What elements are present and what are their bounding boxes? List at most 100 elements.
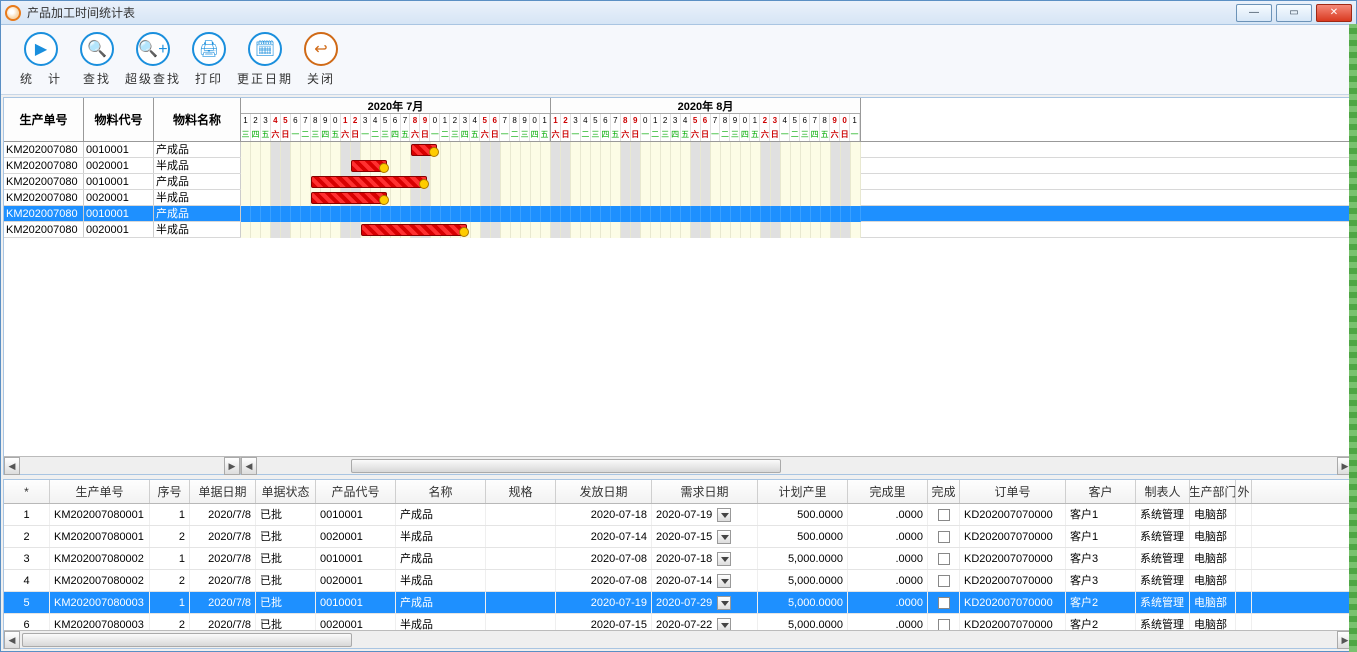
- grid-cell-name: 半成品: [396, 614, 486, 630]
- grid-col-order[interactable]: 生产单号: [50, 480, 150, 503]
- gantt-col-header[interactable]: 物料名称: [154, 98, 241, 141]
- grid-col-ok[interactable]: 完成: [928, 480, 960, 503]
- grid-col-rownum[interactable]: *: [4, 480, 50, 503]
- gantt-bar[interactable]: [351, 160, 387, 172]
- gantt-left-hscroll[interactable]: ◀ ▶: [4, 457, 241, 474]
- window-close-button[interactable]: ✕: [1316, 4, 1352, 22]
- done-checkbox[interactable]: [938, 619, 950, 630]
- grid-cell-plan: 5,000.0000: [758, 570, 848, 591]
- done-checkbox[interactable]: [938, 531, 950, 543]
- scroll-left-icon[interactable]: ◀: [4, 457, 20, 475]
- date-dropdown-icon[interactable]: [717, 574, 731, 588]
- super-find-button[interactable]: 🔍+超级查找: [125, 32, 181, 87]
- timeline-cell: [381, 206, 391, 222]
- done-checkbox[interactable]: [938, 575, 950, 587]
- gantt-cell-name: 产成品: [154, 142, 241, 157]
- timeline-cell: [501, 190, 511, 206]
- grid-col-plan[interactable]: 计划产里: [758, 480, 848, 503]
- timeline-cell: [851, 222, 861, 238]
- day-of-week: 日: [281, 128, 291, 141]
- grid-col-dept[interactable]: 生产部门: [1190, 480, 1236, 503]
- grid-col-status[interactable]: 单据状态: [256, 480, 316, 503]
- done-checkbox[interactable]: [938, 553, 950, 565]
- grid-cell-rownum: 6: [4, 614, 50, 630]
- grid-row[interactable]: 1KM20200708000112020/7/8已批0010001产成品2020…: [4, 504, 1353, 526]
- grid-col-release[interactable]: 发放日期: [556, 480, 652, 503]
- date-dropdown-icon[interactable]: [717, 530, 731, 544]
- grid-col-done[interactable]: 完成里: [848, 480, 928, 503]
- day-of-week: 四: [321, 128, 331, 141]
- correct-date-button[interactable]: 🗓更正日期: [237, 32, 293, 87]
- gantt-row[interactable]: KM2020070800020001半成品: [4, 222, 1353, 238]
- day-number: 0: [530, 114, 540, 128]
- gantt-col-header[interactable]: 生产单号: [4, 98, 84, 141]
- timeline-cell: [821, 158, 831, 174]
- find-button[interactable]: 🔍查找: [69, 32, 125, 87]
- timeline-cell: [441, 190, 451, 206]
- stat-button[interactable]: ▶统 计: [13, 32, 69, 87]
- date-dropdown-icon[interactable]: [717, 618, 731, 630]
- gantt-body[interactable]: KM2020070800010001产成品KM2020070800020001半…: [4, 142, 1353, 456]
- scroll-right-icon[interactable]: ▶: [224, 457, 240, 475]
- gantt-right-hscroll[interactable]: ◀ ▶: [241, 457, 1353, 474]
- grid-row[interactable]: 5KM20200708000312020/7/8已批0010001产成品2020…: [4, 592, 1353, 614]
- gantt-bar[interactable]: [311, 176, 427, 188]
- grid-cell-docdate: 2020/7/8: [190, 526, 256, 547]
- grid-col-seq[interactable]: 序号: [150, 480, 190, 503]
- day-number: 4: [581, 114, 591, 128]
- gantt-col-header[interactable]: 物料代号: [84, 98, 154, 141]
- grid-cell-spec: [486, 614, 556, 630]
- gantt-row[interactable]: KM2020070800020001半成品: [4, 190, 1353, 206]
- grid-col-need[interactable]: 需求日期: [652, 480, 758, 503]
- scroll-left-icon[interactable]: ◀: [241, 457, 257, 475]
- super-find-button-icon: 🔍+: [136, 32, 170, 66]
- gantt-row[interactable]: KM2020070800010001产成品: [4, 174, 1353, 190]
- date-dropdown-icon[interactable]: [717, 508, 731, 522]
- scroll-left-icon[interactable]: ◀: [4, 631, 20, 649]
- grid-row[interactable]: 3KM20200708000212020/7/8已批0010001产成品2020…: [4, 548, 1353, 570]
- scroll-thumb[interactable]: [351, 459, 781, 473]
- maximize-button[interactable]: ▭: [1276, 4, 1312, 22]
- timeline-cell: [491, 222, 501, 238]
- done-checkbox[interactable]: [938, 509, 950, 521]
- done-checkbox[interactable]: [938, 597, 950, 609]
- day-number: 2: [450, 114, 460, 128]
- grid-col-maker[interactable]: 制表人: [1136, 480, 1190, 503]
- grid-cell-docdate: 2020/7/8: [190, 614, 256, 630]
- grid-col-customer[interactable]: 客户: [1066, 480, 1136, 503]
- grid-col-ext[interactable]: 外: [1236, 480, 1252, 503]
- grid-cell-order: KM202007080002: [50, 548, 150, 569]
- grid-col-salesorder[interactable]: 订单号: [960, 480, 1066, 503]
- print-button[interactable]: 🖨打印: [181, 32, 237, 87]
- grid-body[interactable]: 1KM20200708000112020/7/8已批0010001产成品2020…: [4, 504, 1353, 630]
- day-of-week: 三: [800, 128, 810, 141]
- timeline-cell: [311, 158, 321, 174]
- grid-row[interactable]: 6KM20200708000322020/7/8已批0020001半成品2020…: [4, 614, 1353, 630]
- day-of-week: 三: [241, 128, 251, 141]
- timeline-cell: [681, 158, 691, 174]
- grid-row[interactable]: 2KM20200708000122020/7/8已批0020001半成品2020…: [4, 526, 1353, 548]
- date-dropdown-icon[interactable]: [717, 596, 731, 610]
- grid-hscroll[interactable]: ◀ ▶: [4, 630, 1353, 648]
- timeline-cell: [241, 158, 251, 174]
- timeline-cell: [671, 174, 681, 190]
- timeline-cell: [811, 190, 821, 206]
- minimize-button[interactable]: —: [1236, 4, 1272, 22]
- grid-col-product[interactable]: 产品代号: [316, 480, 396, 503]
- timeline-cell: [611, 174, 621, 190]
- close-button[interactable]: ↩关闭: [293, 32, 349, 87]
- grid-col-docdate[interactable]: 单据日期: [190, 480, 256, 503]
- date-dropdown-icon[interactable]: [717, 552, 731, 566]
- timeline-cell: [551, 190, 561, 206]
- day-number: 8: [510, 114, 520, 128]
- scroll-thumb[interactable]: [22, 633, 352, 647]
- grid-col-name[interactable]: 名称: [396, 480, 486, 503]
- grid-row[interactable]: 4KM20200708000222020/7/8已批0020001半成品2020…: [4, 570, 1353, 592]
- gantt-row[interactable]: KM2020070800010001产成品: [4, 206, 1353, 222]
- gantt-row[interactable]: KM2020070800010001产成品: [4, 142, 1353, 158]
- gantt-row[interactable]: KM2020070800020001半成品: [4, 158, 1353, 174]
- gantt-bar[interactable]: [311, 192, 387, 204]
- grid-col-spec[interactable]: 规格: [486, 480, 556, 503]
- gantt-bar[interactable]: [361, 224, 467, 236]
- gantt-bar[interactable]: [411, 144, 437, 156]
